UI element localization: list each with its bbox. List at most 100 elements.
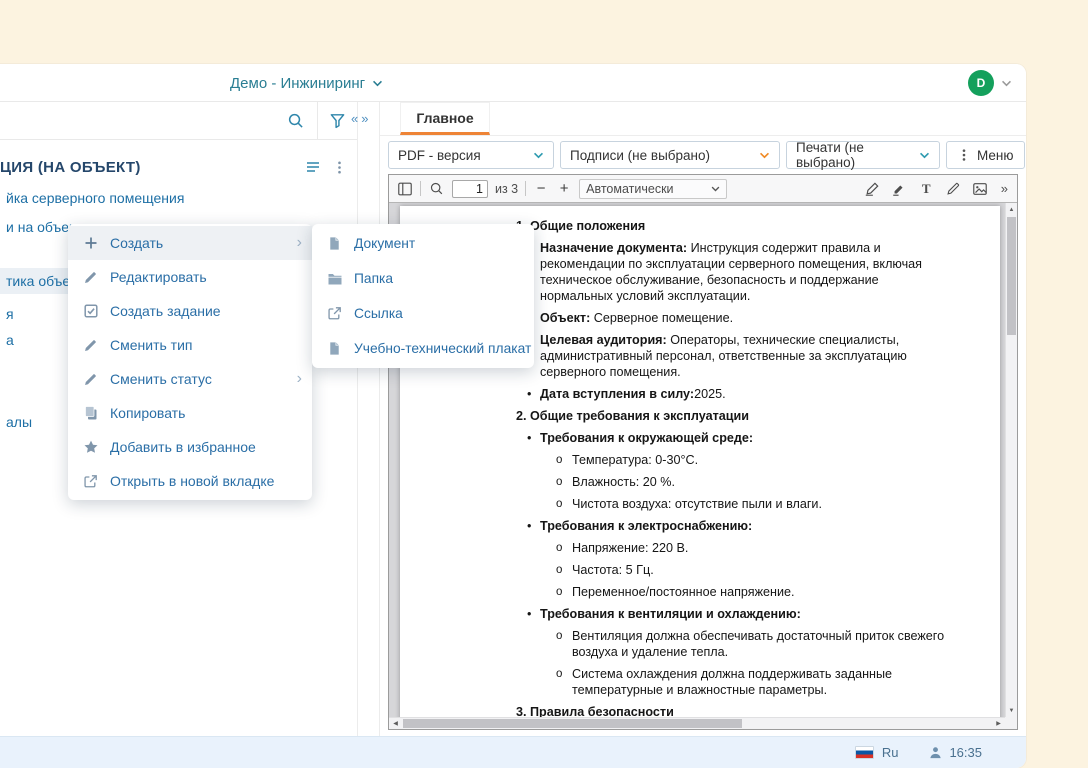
pencil-icon xyxy=(82,269,99,286)
doc-bullet: •Дата вступления в силу:2025. xyxy=(516,386,950,402)
page-number-input[interactable] xyxy=(452,180,488,198)
task-check-icon xyxy=(82,303,99,320)
menu-item-add-favorite[interactable]: Добавить в избранное xyxy=(68,430,312,464)
submenu-item-training-poster[interactable]: Учебно-технический плакат xyxy=(312,331,534,366)
workspace-label: Демо - Инжиниринг xyxy=(230,75,365,92)
kebab-menu-button[interactable] xyxy=(332,160,347,175)
horizontal-scroll-thumb[interactable] xyxy=(403,719,742,728)
doc-sub-bullet: oВентиляция должна обеспечивать достаточ… xyxy=(516,628,950,660)
star-icon xyxy=(82,439,99,456)
vertical-scroll-thumb[interactable] xyxy=(1007,217,1016,335)
submenu-item-document[interactable]: Документ xyxy=(312,226,534,261)
section-title: ЦИЯ (НА ОБЪЕКТ) xyxy=(0,159,141,176)
create-submenu: Документ Папка Ссылка Учебно-технический… xyxy=(312,224,534,368)
toolbar-divider xyxy=(420,181,421,196)
doc-sub-bullet: oВлажность: 20 %. xyxy=(516,474,950,490)
submenu-item-folder[interactable]: Папка xyxy=(312,261,534,296)
menu-item-change-type[interactable]: Сменить тип xyxy=(68,328,312,362)
collapse-panel-button[interactable]: « xyxy=(351,112,358,125)
chevron-down-icon xyxy=(372,80,383,87)
page-count-label: из 3 xyxy=(495,182,518,196)
menu-item-create-task[interactable]: Создать задание xyxy=(68,294,312,328)
sidebar-toggle-icon[interactable] xyxy=(396,180,413,197)
chevron-down-icon xyxy=(533,152,544,159)
tree-item[interactable]: я xyxy=(6,306,14,322)
pencil-icon xyxy=(82,371,99,388)
bullet-marker: o xyxy=(556,562,562,578)
copy-icon xyxy=(82,405,99,422)
doc-sub-bullet: oСистема охлаждения должна поддерживать … xyxy=(516,666,950,698)
highlight-tool-icon[interactable] xyxy=(891,180,908,197)
horizontal-scrollbar[interactable]: ◀ ▶ xyxy=(389,717,1005,729)
zoom-in-button[interactable]: + xyxy=(556,180,572,197)
vertical-scrollbar[interactable]: ▲ ▼ xyxy=(1005,203,1017,717)
document-controls: PDF - версия Подписи (не выбрано) Печати… xyxy=(380,136,1026,174)
tree-item[interactable]: йка серверного помещения xyxy=(6,190,184,206)
user-menu[interactable]: D xyxy=(968,64,1012,102)
tree-section-row: ЦИЯ (НА ОБЪЕКТ) xyxy=(0,152,357,182)
scroll-right-icon[interactable]: ▶ xyxy=(992,718,1005,729)
doc-bullet: •Назначение документа: Инструкция содерж… xyxy=(516,240,950,304)
bullet-marker: o xyxy=(556,584,562,600)
bullet-marker: • xyxy=(527,386,531,402)
doc-bullet: •Требования к вентиляции и охлаждению: xyxy=(516,606,950,622)
tab-bar: Главное xyxy=(380,102,1026,136)
menu-item-open-new-tab[interactable]: Открыть в новой вкладке xyxy=(68,464,312,498)
filter-icon xyxy=(329,112,346,129)
language-switcher[interactable]: Ru xyxy=(882,745,899,760)
menu-button[interactable]: Меню xyxy=(946,141,1025,169)
bullet-marker: o xyxy=(556,452,562,468)
list-view-button[interactable] xyxy=(304,158,322,176)
document-icon xyxy=(326,340,343,357)
find-icon[interactable] xyxy=(428,180,445,197)
tab-main[interactable]: Главное xyxy=(400,102,490,135)
app-header: Демо - Инжиниринг D xyxy=(0,64,1026,102)
doc-sub-bullet: oЧастота: 5 Гц. xyxy=(516,562,950,578)
document-panel: Главное PDF - версия Подписи (не выбрано… xyxy=(379,102,1026,736)
session-time: 16:35 xyxy=(949,745,982,760)
more-tools-button[interactable]: » xyxy=(999,181,1010,196)
image-tool-icon[interactable] xyxy=(972,180,989,197)
external-link-icon xyxy=(82,473,99,490)
draw-tool-icon[interactable] xyxy=(945,180,962,197)
doc-sub-bullet: oПеременное/постоянное напряжение. xyxy=(516,584,950,600)
doc-sub-bullet: oЧистота воздуха: отсутствие пыли и влаг… xyxy=(516,496,950,512)
zoom-select[interactable]: Автоматически xyxy=(579,179,727,199)
chevron-down-icon[interactable] xyxy=(1001,80,1012,87)
scroll-down-icon[interactable]: ▼ xyxy=(1006,704,1017,717)
menu-item-copy[interactable]: Копировать xyxy=(68,396,312,430)
kebab-icon xyxy=(957,148,971,162)
tree-search-row xyxy=(0,102,357,140)
menu-item-edit[interactable]: Редактировать xyxy=(68,260,312,294)
doc-bullet: •Требования к окружающей среде: xyxy=(516,430,950,446)
avatar[interactable]: D xyxy=(968,70,994,96)
freetext-tool-icon[interactable]: T xyxy=(918,180,935,197)
bullet-marker: o xyxy=(556,474,562,490)
stamps-select[interactable]: Печати (не выбрано) xyxy=(786,141,940,169)
pdf-version-select[interactable]: PDF - версия xyxy=(388,141,554,169)
tree-item[interactable]: а xyxy=(6,332,14,348)
signatures-select[interactable]: Подписи (не выбрано) xyxy=(560,141,780,169)
plus-icon xyxy=(82,235,99,252)
russian-flag-icon xyxy=(855,746,874,759)
zoom-out-button[interactable]: − xyxy=(533,180,549,197)
doc-bullet: •Целевая аудитория: Операторы, техническ… xyxy=(516,332,950,380)
pencil-icon xyxy=(82,337,99,354)
tree-item[interactable]: алы xyxy=(6,414,32,430)
scroll-up-icon[interactable]: ▲ xyxy=(1006,203,1017,216)
signature-tool-icon[interactable] xyxy=(864,180,881,197)
scroll-left-icon[interactable]: ◀ xyxy=(389,718,402,729)
doc-bullet: •Объект: Серверное помещение. xyxy=(516,310,950,326)
search-icon xyxy=(287,112,304,129)
workspace-switcher[interactable]: Демо - Инжиниринг xyxy=(230,64,383,102)
expand-panel-button[interactable]: » xyxy=(361,112,368,125)
submenu-item-link[interactable]: Ссылка xyxy=(312,296,534,331)
search-button[interactable] xyxy=(273,102,317,140)
menu-item-change-status[interactable]: Сменить статус › xyxy=(68,362,312,396)
panel-gutter: « » xyxy=(358,102,379,736)
status-bar: Ru 16:35 xyxy=(0,736,1026,768)
chevron-down-icon xyxy=(919,152,930,159)
chevron-down-icon xyxy=(759,152,770,159)
bullet-marker: o xyxy=(556,666,562,682)
menu-item-create[interactable]: Создать › xyxy=(68,226,312,260)
